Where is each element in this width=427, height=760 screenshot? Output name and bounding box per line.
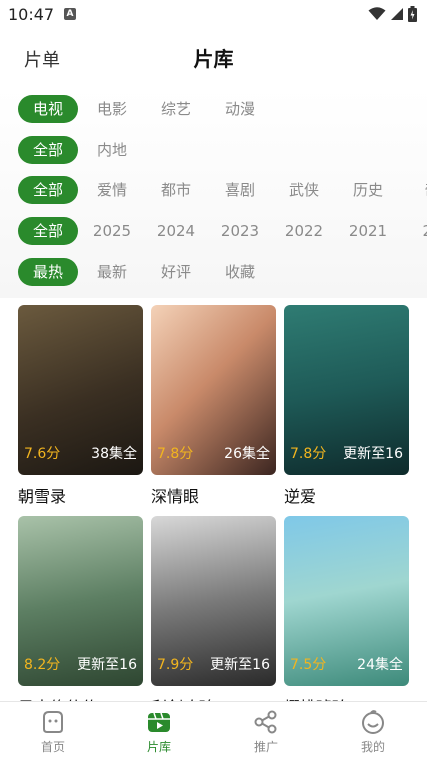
show-title[interactable]: 深情眼 bbox=[151, 483, 276, 507]
filter-year-2024[interactable]: 2024 bbox=[146, 217, 206, 245]
show-card[interactable]: 7.8分 更新至16 逆爱 bbox=[284, 305, 409, 507]
sort-filter-row: 最热 最新 好评 收藏 bbox=[18, 257, 274, 287]
poster-image[interactable]: 7.5分 24集全 bbox=[284, 516, 409, 686]
filter-genre-romance[interactable]: 爱情 bbox=[82, 176, 142, 204]
genre-filter-row: 全部 爱情 都市 喜剧 武侠 历史 奇 bbox=[18, 175, 427, 205]
poster-image[interactable]: 8.2分 更新至16 bbox=[18, 516, 143, 686]
filter-genre-urban[interactable]: 都市 bbox=[146, 176, 206, 204]
battery-icon bbox=[408, 6, 417, 22]
filter-type-movie[interactable]: 电影 bbox=[82, 95, 142, 123]
show-card[interactable]: 8.2分 更新至16 风中修仙传 bbox=[18, 516, 143, 718]
status-bar: 10:47 A bbox=[0, 0, 427, 30]
filter-year-more[interactable]: 20 bbox=[402, 217, 427, 245]
filter-type-tv[interactable]: 电视 bbox=[18, 95, 78, 123]
poster-image[interactable]: 7.8分 26集全 bbox=[151, 305, 276, 475]
show-card[interactable]: 7.5分 24集全 樱桃琥珀 bbox=[284, 516, 409, 718]
filter-year-2025[interactable]: 2025 bbox=[82, 217, 142, 245]
show-card[interactable]: 7.8分 26集全 深情眼 bbox=[151, 305, 276, 507]
episode-badge: 更新至16 bbox=[343, 446, 403, 462]
filter-genre-history[interactable]: 历史 bbox=[338, 176, 398, 204]
home-face-icon bbox=[43, 711, 63, 733]
show-score: 7.9分 bbox=[157, 657, 194, 673]
tab-label: 推广 bbox=[253, 740, 278, 754]
tab-library[interactable]: 片库 bbox=[106, 702, 212, 760]
filter-genre-comedy[interactable]: 喜剧 bbox=[210, 176, 270, 204]
filter-year-2023[interactable]: 2023 bbox=[210, 217, 270, 245]
poster-image[interactable]: 7.8分 更新至16 bbox=[284, 305, 409, 475]
show-score: 8.2分 bbox=[24, 657, 61, 673]
episode-badge: 24集全 bbox=[357, 657, 403, 673]
status-time: 10:47 bbox=[8, 5, 55, 24]
filter-genre-wuxia[interactable]: 武侠 bbox=[274, 176, 334, 204]
sort-newest[interactable]: 最新 bbox=[82, 258, 142, 286]
show-card[interactable]: 7.6分 38集全 朝雪录 bbox=[18, 305, 143, 507]
tab-profile[interactable]: 我的 bbox=[320, 702, 426, 760]
type-filter-row: 电视 电影 综艺 动漫 bbox=[18, 94, 274, 124]
bottom-tab-bar: 首页 片库 推广 我的 bbox=[0, 701, 427, 760]
status-icons bbox=[368, 6, 417, 22]
region-filter-row: 全部 内地 bbox=[18, 135, 146, 165]
filter-type-anime[interactable]: 动漫 bbox=[210, 95, 270, 123]
app-header: 片单 片库 bbox=[0, 30, 427, 86]
episode-badge: 更新至16 bbox=[77, 657, 137, 673]
show-score: 7.8分 bbox=[290, 446, 327, 462]
year-filter-row: 全部 2025 2024 2023 2022 2021 20 bbox=[18, 216, 427, 246]
smile-face-icon bbox=[362, 710, 384, 734]
poster-image[interactable]: 7.9分 更新至16 bbox=[151, 516, 276, 686]
tab-label: 片库 bbox=[146, 740, 171, 754]
poster-image[interactable]: 7.6分 38集全 bbox=[18, 305, 143, 475]
filter-panel: 电视 电影 综艺 动漫 全部 内地 全部 爱情 都市 喜剧 武侠 历史 奇 全部… bbox=[0, 88, 427, 298]
tab-label: 我的 bbox=[360, 740, 385, 754]
show-title[interactable]: 朝雪录 bbox=[18, 483, 143, 507]
tab-promote[interactable]: 推广 bbox=[213, 702, 319, 760]
filter-region-mainland[interactable]: 内地 bbox=[82, 136, 142, 164]
episode-badge: 更新至16 bbox=[210, 657, 270, 673]
filter-year-all[interactable]: 全部 bbox=[18, 217, 78, 245]
filter-type-variety[interactable]: 综艺 bbox=[146, 95, 206, 123]
show-card[interactable]: 7.9分 更新至16 利剑玫瑰 bbox=[151, 516, 276, 718]
filter-genre-all[interactable]: 全部 bbox=[18, 176, 78, 204]
filter-genre-more[interactable]: 奇 bbox=[402, 176, 427, 204]
notification-icon: A bbox=[64, 8, 76, 20]
show-score: 7.6分 bbox=[24, 446, 61, 462]
show-title[interactable]: 逆爱 bbox=[284, 483, 409, 507]
show-score: 7.8分 bbox=[157, 446, 194, 462]
filter-year-2021[interactable]: 2021 bbox=[338, 217, 398, 245]
sort-top-rated[interactable]: 好评 bbox=[146, 258, 206, 286]
signal-icon bbox=[391, 8, 403, 20]
share-icon bbox=[254, 710, 277, 734]
page-title: 片库 bbox=[193, 47, 234, 71]
filter-year-2022[interactable]: 2022 bbox=[274, 217, 334, 245]
filter-region-all[interactable]: 全部 bbox=[18, 136, 78, 164]
wifi-icon bbox=[368, 7, 386, 20]
film-clapper-icon bbox=[148, 712, 170, 732]
episode-badge: 26集全 bbox=[224, 446, 270, 462]
sort-hottest[interactable]: 最热 bbox=[18, 258, 78, 286]
show-score: 7.5分 bbox=[290, 657, 327, 673]
episode-badge: 38集全 bbox=[91, 446, 137, 462]
tab-label: 首页 bbox=[40, 740, 65, 754]
sort-favorites[interactable]: 收藏 bbox=[210, 258, 270, 286]
tab-home[interactable]: 首页 bbox=[0, 702, 106, 760]
